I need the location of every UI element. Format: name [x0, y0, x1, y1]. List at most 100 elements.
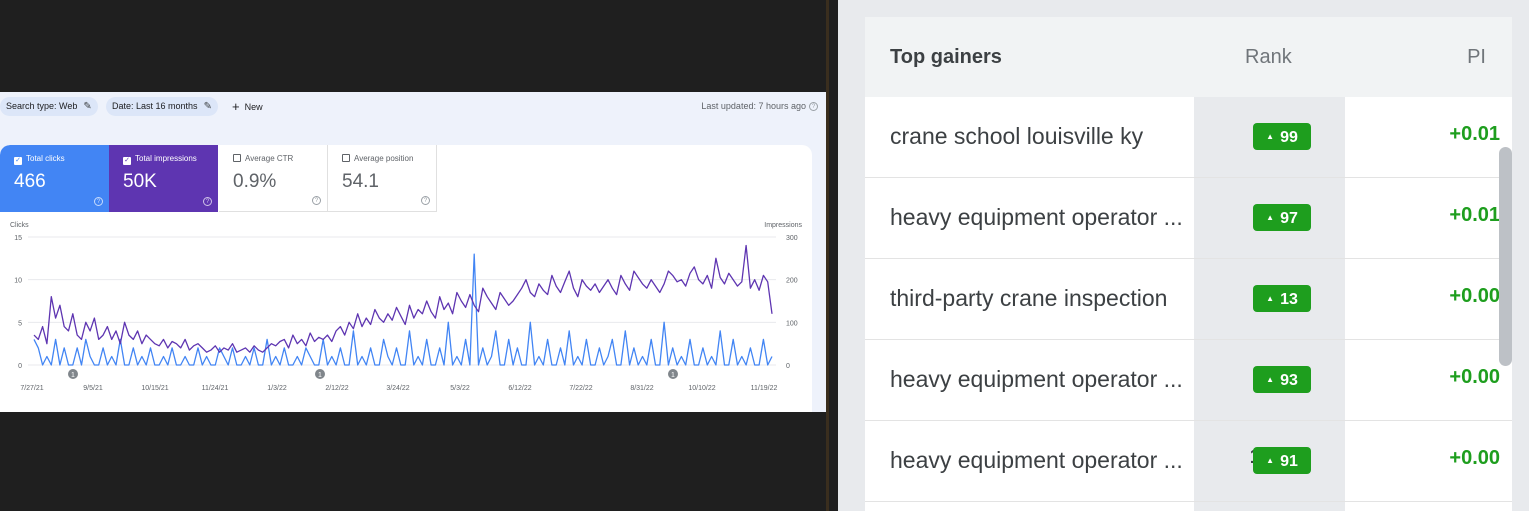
x-tick-label: 2/12/22 [325, 385, 348, 392]
pi-value: +0.00 [1449, 447, 1500, 469]
left-tick-label: 10 [14, 278, 22, 285]
rank-change-badge: ▲ 97 [1253, 204, 1311, 231]
date-range-chip[interactable]: Date: Last 16 months ✎ [106, 97, 218, 116]
rank-column-header[interactable]: Rank [1245, 46, 1292, 69]
metric-label: Total impressions [135, 154, 197, 163]
last-updated-text: Last updated: 7 hours ago [701, 101, 806, 111]
metric-value: 0.9% [233, 171, 277, 192]
x-tick-label: 11/19/22 [751, 385, 778, 392]
x-tick-label: 7/22/22 [569, 385, 592, 392]
left-tick-label: 0 [18, 363, 22, 370]
window-divider [826, 0, 829, 511]
checkbox-icon[interactable] [342, 154, 350, 162]
metric-label: Average CTR [245, 154, 294, 163]
new-filter-button[interactable]: + New [232, 97, 263, 116]
rank-change-badge: ▲ 91 [1253, 447, 1311, 474]
pi-value: +0.01 [1449, 204, 1500, 226]
keyword-cell[interactable]: heavy equipment operator ... [890, 366, 1183, 393]
performance-chart: Clicks Impressions 15 10 5 0 300 200 100 0 7/27/21… [10, 222, 803, 392]
x-tick-label: 10/10/22 [688, 385, 715, 392]
pi-value: +0.01 [1449, 123, 1500, 145]
rank-change-value: 97 [1280, 210, 1298, 227]
right-tick-label: 300 [786, 235, 798, 242]
table-row[interactable]: heavy equipment operator ...10▲91+0.00 [865, 421, 1512, 502]
metric-value: 54.1 [342, 171, 379, 192]
metric-average-ctr[interactable]: Average CTR 0.9% ? [219, 145, 328, 212]
x-tick-label: 11/24/21 [202, 385, 229, 392]
table-row[interactable]: crane school louisville ky2▲99+0.01 [865, 97, 1512, 178]
rank-change-value: 99 [1280, 129, 1298, 146]
edit-icon[interactable]: ✎ [204, 97, 212, 116]
date-range-label: Date: Last 16 months [112, 101, 198, 111]
help-icon[interactable]: ? [203, 197, 212, 206]
search-type-label: Search type: Web [6, 101, 78, 111]
annotation-label: 1 [318, 372, 322, 379]
search-console-panel: Search type: Web ✎ Date: Last 16 months ✎ … [0, 92, 826, 412]
keyword-cell[interactable]: heavy equipment operator ... [890, 204, 1183, 231]
plus-icon: + [232, 99, 240, 114]
table-row[interactable]: heavy equipment operator ...8▲93+0.00 [865, 340, 1512, 421]
keyword-cell[interactable]: crane school louisville ky [890, 123, 1143, 150]
table-row[interactable]: heavy equipment operator ...4▲97+0.01 [865, 178, 1512, 259]
rank-change-value: 91 [1280, 453, 1298, 470]
pi-column-header[interactable]: PI [1467, 46, 1486, 69]
right-tick-label: 0 [786, 363, 790, 370]
table-row[interactable]: third-party crane inspection9▲13+0.00 [865, 259, 1512, 340]
keyword-cell[interactable]: third-party crane inspection [890, 285, 1167, 312]
help-icon[interactable]: ? [421, 196, 430, 205]
arrow-up-icon: ▲ [1266, 294, 1275, 303]
help-icon[interactable]: ? [809, 102, 818, 112]
rank-change-value: 93 [1280, 372, 1298, 389]
annotation-label: 1 [71, 372, 75, 379]
arrow-up-icon: ▲ [1266, 132, 1275, 141]
pi-value: +0.00 [1449, 366, 1500, 388]
x-tick-label: 1/3/22 [267, 385, 287, 392]
series-line-impressions [33, 244, 773, 353]
checkbox-icon[interactable]: ✓ [123, 157, 131, 165]
series-line-clicks [33, 253, 773, 366]
rank-tracker-panel: Top gainers Rank PI crane school louisvi… [838, 0, 1529, 511]
rank-change-badge: ▲ 99 [1253, 123, 1311, 150]
x-tick-label: 7/27/21 [20, 385, 43, 392]
annotation-label: 1 [671, 372, 675, 379]
rank-change-value: 13 [1280, 291, 1298, 308]
filter-bar: Search type: Web ✎ Date: Last 16 months ✎ … [0, 92, 826, 120]
rank-change-badge: ▲ 13 [1253, 285, 1311, 312]
scrollbar-thumb[interactable] [1499, 147, 1512, 366]
checkbox-icon[interactable] [233, 154, 241, 162]
left-tick-label: 15 [14, 235, 22, 242]
x-tick-label: 5/3/22 [450, 385, 470, 392]
right-tick-label: 200 [786, 278, 798, 285]
x-tick-label: 9/5/21 [83, 385, 103, 392]
rank-change-badge: ▲ 93 [1253, 366, 1311, 393]
screen: Search type: Web ✎ Date: Last 16 months ✎ … [0, 0, 1529, 511]
top-gainers-table: Top gainers Rank PI crane school louisvi… [865, 17, 1512, 511]
arrow-up-icon: ▲ [1266, 213, 1275, 222]
metric-average-position[interactable]: Average position 54.1 ? [328, 145, 437, 212]
edit-icon[interactable]: ✎ [83, 97, 91, 116]
x-tick-label: 8/31/22 [630, 385, 653, 392]
help-icon[interactable]: ? [312, 196, 321, 205]
arrow-up-icon: ▲ [1266, 456, 1275, 465]
metric-total-clicks[interactable]: ✓ Total clicks 466 ? [0, 145, 109, 212]
table-title: Top gainers [890, 46, 1002, 68]
x-tick-label: 10/15/21 [141, 385, 168, 392]
metric-label: Total clicks [26, 154, 65, 163]
performance-card: ✓ Total clicks 466 ? ✓ Total impressions 5… [0, 145, 812, 412]
right-axis-label: Impressions [764, 222, 802, 229]
right-tick-label: 100 [786, 320, 798, 327]
keyword-cell[interactable]: heavy equipment operator ... [890, 447, 1183, 474]
left-tick-label: 5 [18, 320, 22, 327]
metric-value: 466 [14, 171, 46, 192]
arrow-up-icon: ▲ [1266, 375, 1275, 384]
left-axis-label: Clicks [10, 222, 29, 229]
last-updated: Last updated: 7 hours ago? [701, 97, 818, 116]
pi-value: +0.00 [1449, 285, 1500, 307]
x-tick-label: 3/24/22 [386, 385, 409, 392]
new-filter-label: New [244, 102, 263, 112]
checkbox-icon[interactable]: ✓ [14, 157, 22, 165]
help-icon[interactable]: ? [94, 197, 103, 206]
metric-value: 50K [123, 171, 157, 192]
search-type-chip[interactable]: Search type: Web ✎ [0, 97, 98, 116]
metric-total-impressions[interactable]: ✓ Total impressions 50K ? [109, 145, 218, 212]
